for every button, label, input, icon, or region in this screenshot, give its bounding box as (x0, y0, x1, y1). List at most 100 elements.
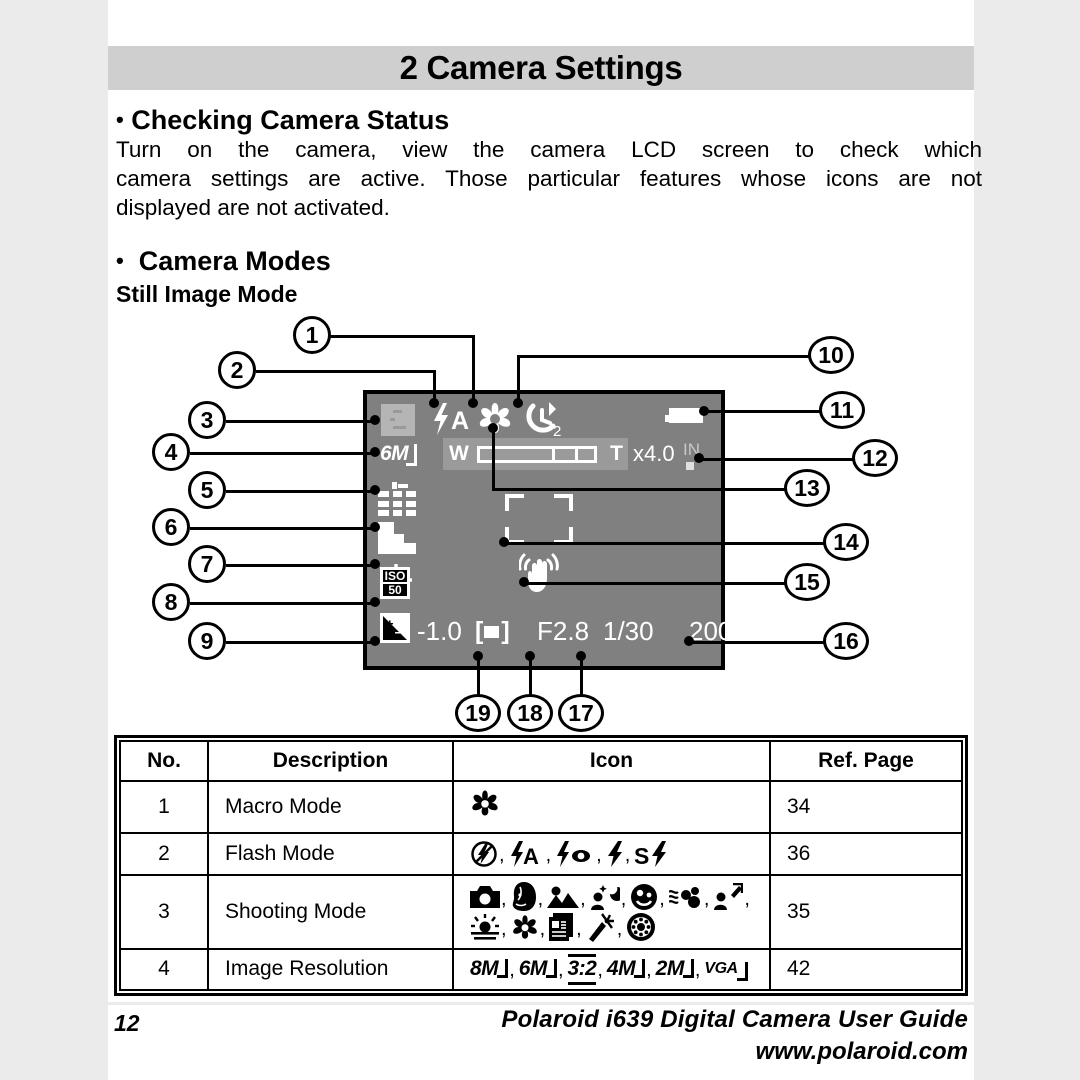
flash-off-icon (470, 840, 498, 868)
callout-7[interactable]: 7 (188, 545, 226, 583)
resolution-2m-icon: 2M (656, 956, 694, 982)
leader-line-8 (190, 602, 376, 605)
zoom-bar[interactable]: W T (443, 438, 628, 470)
bullet-icon: • (116, 107, 124, 132)
ev-minus-sign: – (394, 624, 403, 641)
callout-15[interactable]: 15 (784, 563, 830, 601)
leader-line-2 (256, 370, 436, 373)
macro-flower-icon (470, 790, 500, 824)
self-timer-count: 2 (553, 423, 561, 438)
sport-icon (668, 884, 703, 910)
callout-11[interactable]: 11 (819, 391, 865, 429)
row-icons (452, 779, 771, 835)
macro-flower-icon (477, 401, 513, 440)
zoom-factor-label: x4.0 (633, 441, 675, 466)
callout-14[interactable]: 14 (823, 523, 869, 561)
iso-value: 50 (388, 583, 402, 597)
row-number: 1 (119, 779, 209, 835)
leader-dot-4 (370, 447, 380, 457)
heading-camera-modes: • Camera Modes (116, 246, 331, 276)
shutter-speed-value: 1/30 (603, 616, 654, 646)
icon-separator: , (694, 958, 701, 981)
zoom-divider-2 (575, 449, 578, 460)
resolution-vga-label: VGA (704, 960, 738, 978)
ratio-top-bar (567, 954, 597, 958)
leader-dot-8 (370, 597, 380, 607)
flash-redeye-icon (555, 840, 595, 868)
leader-dot-3 (370, 415, 380, 425)
sunset-icon (470, 914, 500, 940)
table-row: 4 Image Resolution 8M , 6M , 3:2 , 4M , … (119, 948, 963, 991)
zoom-track[interactable] (477, 446, 597, 463)
column-header-no: No. (119, 740, 209, 782)
table-header-row: No. Description Icon Ref. Page (119, 740, 963, 782)
exposure-compensation-icon: + – (380, 613, 410, 643)
row-ref-page: 35 (769, 874, 963, 951)
callout-10[interactable]: 10 (808, 336, 854, 374)
resolution-6m-icon: 6M (519, 956, 557, 982)
column-header-description: Description (207, 740, 454, 782)
resolution-tick-icon (406, 444, 418, 466)
footer-divider (108, 1002, 974, 1005)
footer-website[interactable]: www.polaroid.com (756, 1038, 968, 1066)
resolution-tick-icon (634, 959, 646, 979)
callout-9[interactable]: 9 (188, 622, 226, 660)
heading-checking-camera-status: • Checking Camera Status (116, 105, 449, 135)
body-line-1: Turn on the camera, view the camera LCD … (116, 137, 982, 162)
focus-area-brackets-icon (505, 494, 573, 544)
shake-warning-icon (518, 552, 559, 599)
leader-dot-9 (370, 636, 380, 646)
body-line-2: camera settings are active. Those partic… (116, 166, 982, 191)
sharpness-icon (378, 522, 416, 559)
callout-1[interactable]: 1 (293, 316, 331, 354)
resolution-2m-label: 2M (655, 957, 685, 981)
icon-separator: , (499, 844, 505, 867)
leader-line-1 (330, 335, 475, 338)
leader-line-4 (190, 452, 376, 455)
callout-19[interactable]: 19 (455, 694, 501, 732)
callout-12[interactable]: 12 (852, 439, 898, 477)
page-content: 2 Camera Settings • Checking Camera Stat… (108, 0, 982, 1080)
icon-separator: , (539, 918, 546, 941)
resolution-tick-icon (736, 962, 748, 982)
row-icons: 8M , 6M , 3:2 , 4M , 2M , VGA (452, 948, 771, 991)
zoom-tele-label: T (610, 442, 623, 465)
callout-17[interactable]: 17 (558, 694, 604, 732)
icon-separator: , (596, 844, 602, 867)
svg-text:A: A (451, 407, 469, 435)
resolution-tick-icon (497, 959, 509, 979)
callout-4[interactable]: 4 (152, 433, 190, 471)
callout-3[interactable]: 3 (188, 401, 226, 439)
icon-separator: , (501, 918, 507, 941)
leader-line-5 (226, 490, 376, 493)
callout-8[interactable]: 8 (152, 583, 190, 621)
row-ref-page: 34 (769, 779, 963, 835)
callout-2[interactable]: 2 (218, 351, 256, 389)
body-line-3: displayed are not activated. (116, 195, 390, 220)
callout-18[interactable]: 18 (507, 694, 553, 732)
flower-icon (511, 913, 539, 941)
battery-icon (665, 408, 703, 423)
row-number: 4 (119, 948, 209, 991)
resolution-tick-icon (682, 959, 694, 979)
internal-memory-indicator-icon (686, 462, 694, 470)
icon-separator: , (576, 918, 582, 941)
callout-5[interactable]: 5 (188, 471, 226, 509)
icon-separator: , (744, 888, 750, 911)
auto-camera-icon (470, 884, 500, 910)
self-timer-icon: 2 (523, 400, 567, 443)
row-icons: , , , , , , , , , , , (452, 874, 771, 951)
leader-line-15 (523, 582, 786, 585)
callout-6[interactable]: 6 (152, 508, 190, 546)
footer-guide-title: Polaroid i639 Digital Camera User Guide (501, 1006, 968, 1033)
leader-dot-5 (370, 485, 380, 495)
icon-separator: , (580, 888, 586, 911)
image-resolution-label: 6M (380, 442, 409, 465)
row-ref-page: 36 (769, 832, 963, 877)
lcd-status-line: -1.0 [] F2.8 1/30 200 (417, 616, 732, 646)
heading-camera-modes-label: Camera Modes (138, 246, 331, 276)
landscape-icon (547, 884, 580, 910)
callout-16[interactable]: 16 (823, 622, 869, 660)
callout-13[interactable]: 13 (784, 469, 830, 507)
leader-dot-7 (370, 559, 380, 569)
